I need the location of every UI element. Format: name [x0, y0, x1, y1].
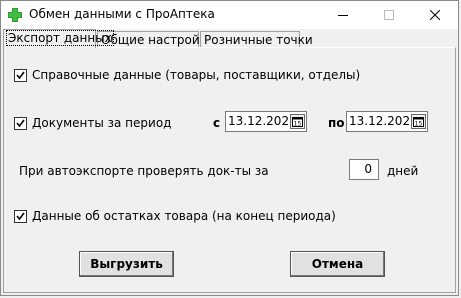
tab-label: Розничные точки: [204, 33, 313, 47]
documents-checkbox[interactable]: [14, 117, 27, 130]
close-icon: [430, 10, 440, 20]
autoexport-label: При автоэкспорте проверять док-ты за: [19, 164, 269, 178]
green-cross-icon: [8, 8, 22, 22]
maximize-icon: [384, 10, 394, 20]
autoexport-days-input[interactable]: 0: [349, 159, 379, 180]
tab-export-data[interactable]: Экспорт данных: [3, 29, 114, 48]
checkmark-icon: [16, 119, 25, 128]
svg-text:15: 15: [294, 121, 302, 128]
tab-retail-points[interactable]: Розничные точки: [200, 31, 313, 47]
tab-label: Экспорт данных: [6, 30, 114, 46]
maximize-button[interactable]: [366, 1, 412, 29]
checkmark-icon: [16, 71, 25, 80]
from-date-value: 13.12.2022: [228, 114, 297, 128]
minimize-button[interactable]: [320, 1, 366, 29]
svg-text:15: 15: [415, 121, 423, 128]
calendar-icon[interactable]: 15: [290, 114, 305, 129]
checkmark-icon: [16, 212, 25, 221]
minimize-icon: [338, 15, 348, 16]
reference-data-checkbox[interactable]: [14, 69, 27, 82]
to-label: по: [328, 116, 345, 130]
cancel-button[interactable]: Отмена: [290, 251, 385, 277]
to-date-value: 13.12.2022: [349, 114, 418, 128]
documents-label: Документы за период: [32, 116, 172, 130]
export-panel: Справочные данные (товары, поставщики, о…: [3, 47, 456, 293]
calendar-icon[interactable]: 15: [411, 114, 426, 129]
close-button[interactable]: [412, 1, 458, 29]
from-date-picker[interactable]: 13.12.2022 15: [225, 111, 307, 132]
stock-data-label: Данные об остатках товара (на конец пери…: [32, 209, 336, 223]
to-date-picker[interactable]: 13.12.2022 15: [346, 111, 428, 132]
exchange-dialog-window: Обмен данными с ПроАптека Экспорт данных…: [0, 0, 459, 296]
window-title: Обмен данными с ПроАптека: [29, 7, 215, 21]
title-bar[interactable]: Обмен данными с ПроАптека: [1, 1, 458, 29]
tab-label: Общие настройки: [101, 33, 215, 47]
tab-strip: Экспорт данных Общие настройки Розничные…: [1, 29, 458, 49]
days-label: дней: [387, 164, 419, 178]
export-button[interactable]: Выгрузить: [79, 251, 174, 277]
from-label: с: [213, 116, 221, 130]
stock-data-checkbox[interactable]: [14, 210, 27, 223]
reference-data-label: Справочные данные (товары, поставщики, о…: [32, 68, 361, 82]
